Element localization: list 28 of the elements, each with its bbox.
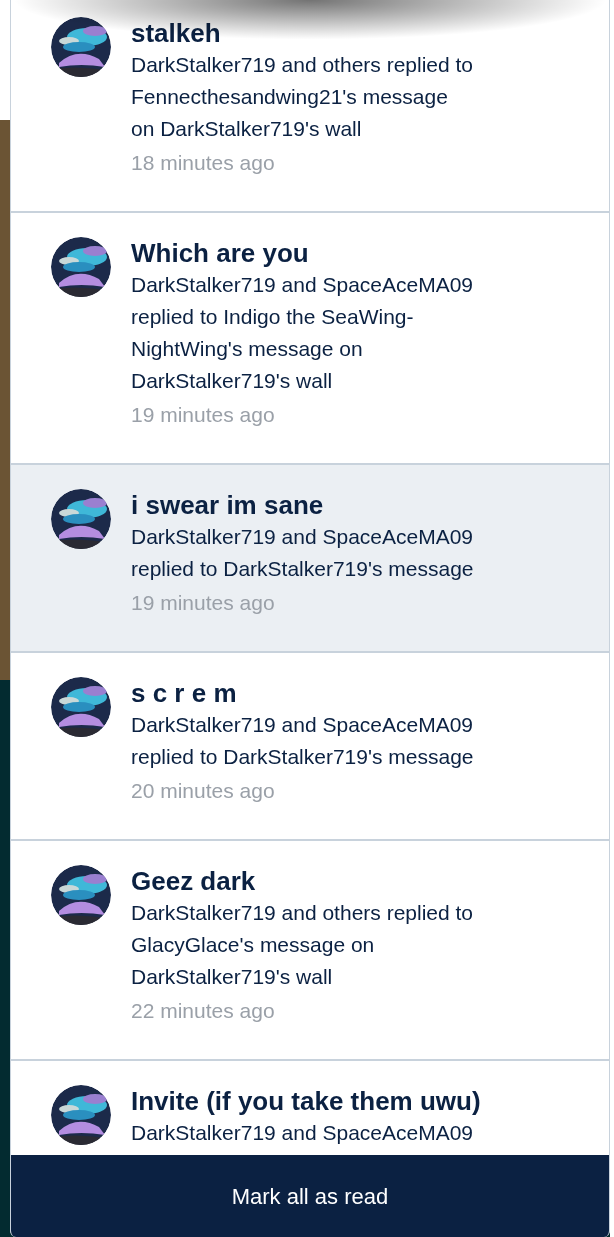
timestamp: 19 minutes ago <box>131 402 276 428</box>
timestamp: 18 minutes ago <box>131 150 276 176</box>
notification-text: NightWing's message on <box>131 336 364 362</box>
notification-text: GlacyGlace's message on <box>131 932 376 958</box>
notification-text: replied to DarkStalker719's message <box>131 556 474 582</box>
timestamp: 19 minutes ago <box>131 590 276 616</box>
notification-text: on DarkStalker719's wall <box>131 116 363 142</box>
notification-text: replied to Indigo the SeaWing- <box>131 304 415 330</box>
notification-title: s c r e m <box>131 677 238 709</box>
notification-text: DarkStalker719 and SpaceAceMA09 <box>131 272 474 298</box>
notification-text: replied to DarkStalker719's message <box>131 744 474 770</box>
notification-text: DarkStalker719's wall <box>131 964 334 990</box>
timestamp: 22 minutes ago <box>131 998 276 1024</box>
notification-text: DarkStalker719 and SpaceAceMA09 <box>131 1120 475 1146</box>
notification-title: stalkeh <box>131 17 222 49</box>
notification-title: Invite (if you take them uwu) <box>131 1085 481 1117</box>
notification-text: DarkStalker719 and others replied to <box>131 52 474 78</box>
notification-text: DarkStalker719's wall <box>131 368 334 394</box>
notification-text: DarkStalker719 and SpaceAceMA09 <box>131 712 474 738</box>
mark-all-read-button[interactable]: Mark all as read <box>11 1155 609 1237</box>
notification-text: Fennecthesandwing21's message <box>131 84 449 110</box>
notification-text: DarkStalker719 and others replied to <box>131 900 474 926</box>
notification-item[interactable]: i swear im sane DarkStalker719 and SpaceAceMA09 replied to DarkStalker719's message 19 minutes ago <box>11 465 609 653</box>
notification-title: Which are you <box>131 237 310 269</box>
notification-text: DarkStalker719 and SpaceAceMA09 <box>131 524 474 550</box>
notification-title: Geez dark <box>131 865 257 897</box>
notification-title: i swear im sane <box>131 489 325 521</box>
timestamp: 20 minutes ago <box>131 778 276 804</box>
